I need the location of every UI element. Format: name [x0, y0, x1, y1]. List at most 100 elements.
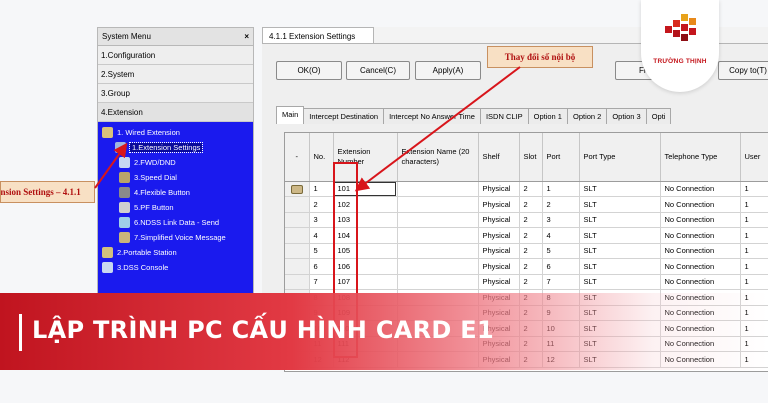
tree-item-simplified-voice-message[interactable]: 7.Simplified Voice Message — [119, 230, 226, 244]
cell-name[interactable] — [397, 258, 479, 275]
title-banner: LẬP TRÌNH PC CẤU HÌNH CARD E1 — [0, 293, 768, 370]
tree-item-portable-station[interactable]: 2.Portable Station — [102, 245, 177, 259]
tree-item-label: 1.Extension Settings — [128, 141, 204, 153]
row-selector[interactable] — [285, 227, 310, 244]
tab-intercept-destination[interactable]: Intercept Destination — [303, 108, 385, 124]
tree-item-ndss-link-data[interactable]: 6.NDSS Link Data - Send — [119, 215, 219, 229]
cell-slot[interactable]: 2 — [519, 212, 543, 228]
cell-name[interactable] — [397, 274, 479, 290]
ok-button[interactable]: OK(O) — [276, 61, 342, 80]
menu-item-configuration[interactable]: 1.Configuration — [98, 46, 253, 65]
row-selector[interactable] — [285, 181, 310, 197]
col-extension-name: Extension Name (20 characters) — [397, 133, 479, 182]
cell-user[interactable]: 1 — [740, 181, 768, 197]
tab-main[interactable]: Main — [276, 106, 305, 124]
cell-user[interactable]: 1 — [740, 227, 768, 244]
col-slot: Slot — [519, 133, 543, 182]
tab-option-4[interactable]: Opti — [645, 108, 672, 124]
tree-item-fwd-dnd[interactable]: 2.FWD/DND — [119, 155, 176, 169]
logo-caption: TRƯỜNG THỊNH — [653, 58, 707, 65]
tree-item-dss-console[interactable]: 3.DSS Console — [102, 260, 168, 274]
col-port-type: Port Type — [579, 133, 661, 182]
cell-shelf[interactable]: Physical — [478, 258, 520, 275]
cell-no[interactable]: 3 — [309, 212, 334, 228]
cell-no[interactable]: 1 — [309, 181, 334, 197]
menu-item-group[interactable]: 3.Group — [98, 84, 253, 103]
cell-ptype[interactable]: SLT — [579, 274, 661, 290]
cell-name[interactable] — [397, 227, 479, 244]
tab-option-1[interactable]: Option 1 — [527, 108, 568, 124]
cell-no[interactable]: 5 — [309, 243, 334, 259]
tab-intercept-no-answer-time[interactable]: Intercept No Answer Time — [383, 108, 481, 124]
tree-item-wired-extension[interactable]: 1. Wired Extension — [102, 125, 180, 139]
close-icon[interactable]: × — [244, 32, 249, 41]
cell-port[interactable]: 4 — [542, 227, 580, 244]
cell-shelf[interactable]: Physical — [478, 181, 520, 197]
cell-slot[interactable]: 2 — [519, 196, 543, 213]
tree-item-extension-settings[interactable]: 1.Extension Settings — [115, 140, 204, 154]
cell-slot[interactable]: 2 — [519, 227, 543, 244]
cell-port[interactable]: 6 — [542, 258, 580, 275]
cell-shelf[interactable]: Physical — [478, 227, 520, 244]
window-tab[interactable]: 4.1.1 Extension Settings — [262, 27, 374, 44]
apply-button[interactable]: Apply(A) — [415, 61, 481, 80]
cell-slot[interactable]: 2 — [519, 274, 543, 290]
col-port: Port — [542, 133, 580, 182]
row-selector[interactable] — [285, 274, 310, 290]
cell-shelf[interactable]: Physical — [478, 274, 520, 290]
cell-tel[interactable]: No Connection — [660, 258, 741, 275]
col-no: No. — [309, 133, 334, 182]
cell-shelf[interactable]: Physical — [478, 196, 520, 213]
cell-slot[interactable]: 2 — [519, 243, 543, 259]
tab-option-3[interactable]: Option 3 — [606, 108, 647, 124]
cell-slot[interactable]: 2 — [519, 181, 543, 197]
cell-ptype[interactable]: SLT — [579, 196, 661, 213]
subtab-bar: Main Intercept Destination Intercept No … — [276, 106, 672, 124]
cell-name[interactable] — [397, 212, 479, 228]
cell-ptype[interactable]: SLT — [579, 243, 661, 259]
cancel-button[interactable]: Cancel(C) — [346, 61, 410, 80]
tree-item-pf-button[interactable]: 5.PF Button — [119, 200, 174, 214]
cell-no[interactable]: 2 — [309, 196, 334, 213]
cell-user[interactable]: 1 — [740, 243, 768, 259]
cell-tel[interactable]: No Connection — [660, 227, 741, 244]
cell-user[interactable]: 1 — [740, 274, 768, 290]
cell-no[interactable]: 4 — [309, 227, 334, 244]
cell-user[interactable]: 1 — [740, 212, 768, 228]
cell-port[interactable]: 3 — [542, 212, 580, 228]
cell-ptype[interactable]: SLT — [579, 181, 661, 197]
copy-to-button[interactable]: Copy to(T) — [718, 61, 768, 80]
tab-isdn-clip[interactable]: ISDN CLIP — [479, 108, 529, 124]
cell-ptype[interactable]: SLT — [579, 212, 661, 228]
cell-tel[interactable]: No Connection — [660, 196, 741, 213]
cell-port[interactable]: 7 — [542, 274, 580, 290]
cell-port[interactable]: 1 — [542, 181, 580, 197]
cell-no[interactable]: 7 — [309, 274, 334, 290]
cell-shelf[interactable]: Physical — [478, 243, 520, 259]
tree-item-flexible-button[interactable]: 4.Flexible Button — [119, 185, 190, 199]
cell-user[interactable]: 1 — [740, 196, 768, 213]
cell-tel[interactable]: No Connection — [660, 181, 741, 197]
cell-slot[interactable]: 2 — [519, 258, 543, 275]
cell-name[interactable] — [397, 243, 479, 259]
cell-name[interactable] — [397, 196, 479, 213]
cell-user[interactable]: 1 — [740, 258, 768, 275]
menu-item-system[interactable]: 2.System — [98, 65, 253, 84]
cell-port[interactable]: 5 — [542, 243, 580, 259]
cell-tel[interactable]: No Connection — [660, 274, 741, 290]
row-selector[interactable] — [285, 258, 310, 275]
cell-ptype[interactable]: SLT — [579, 258, 661, 275]
row-selector[interactable] — [285, 196, 310, 213]
cell-ptype[interactable]: SLT — [579, 227, 661, 244]
cell-shelf[interactable]: Physical — [478, 212, 520, 228]
cell-port[interactable]: 2 — [542, 196, 580, 213]
row-selector[interactable] — [285, 212, 310, 228]
tree-item-speed-dial[interactable]: 3.Speed Dial — [119, 170, 177, 184]
cell-tel[interactable]: No Connection — [660, 212, 741, 228]
tab-option-2[interactable]: Option 2 — [566, 108, 608, 124]
menu-item-extension[interactable]: 4.Extension — [98, 103, 253, 122]
cell-tel[interactable]: No Connection — [660, 243, 741, 259]
row-selector[interactable] — [285, 243, 310, 259]
cell-name[interactable] — [397, 181, 479, 197]
cell-no[interactable]: 6 — [309, 258, 334, 275]
